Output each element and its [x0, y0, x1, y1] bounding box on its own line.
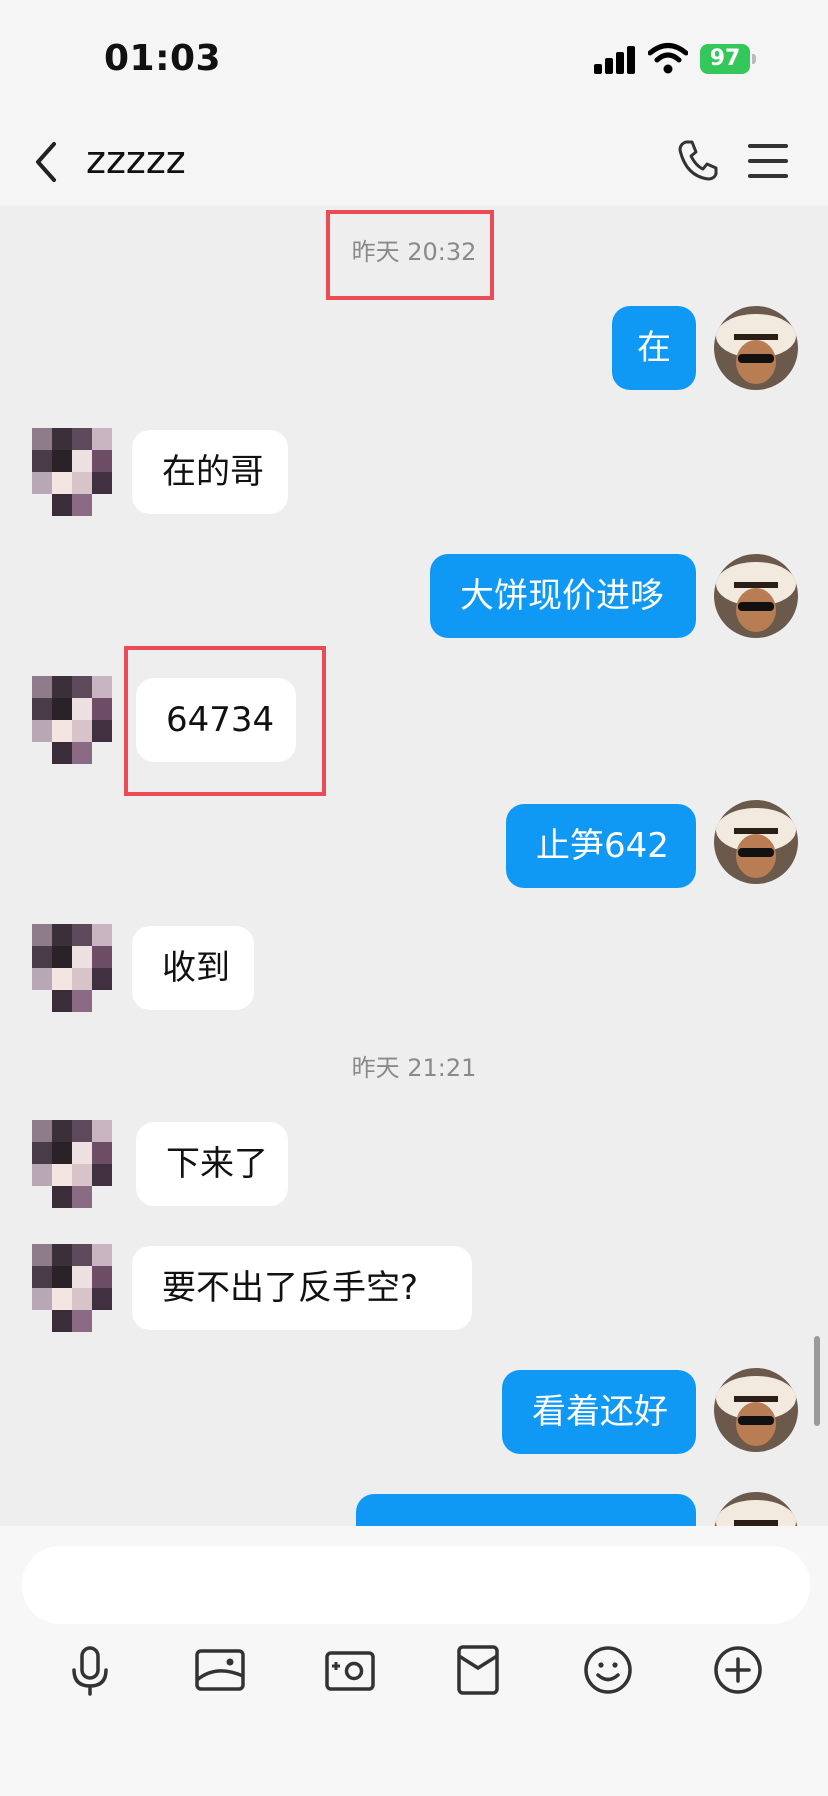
battery-level: 97: [700, 44, 750, 74]
status-time: 01:03: [104, 38, 222, 79]
my-avatar[interactable]: [714, 1492, 798, 1526]
outgoing-message-partial[interactable]: [356, 1494, 696, 1526]
incoming-message[interactable]: 在的哥: [132, 430, 288, 514]
contact-avatar[interactable]: [32, 924, 112, 1012]
message-input[interactable]: [22, 1546, 810, 1624]
plus-icon[interactable]: [710, 1642, 766, 1698]
chat-title: zzzzz: [86, 138, 186, 182]
scrollbar[interactable]: [814, 1336, 820, 1426]
incoming-message[interactable]: 下来了: [136, 1122, 288, 1206]
message-list[interactable]: 昨天 20:32 在 在的哥 大饼现价进哆 64734 止笋642 收到 昨天 …: [0, 206, 828, 1526]
composer: [0, 1526, 828, 1796]
wifi-icon: [648, 43, 688, 74]
incoming-message[interactable]: 要不出了反手空?: [132, 1246, 472, 1330]
contact-avatar[interactable]: [32, 1244, 112, 1332]
microphone-icon[interactable]: [62, 1642, 118, 1698]
highlight-box: [124, 646, 326, 796]
outgoing-message[interactable]: 大饼现价进哆: [430, 554, 696, 638]
outgoing-message[interactable]: 在: [612, 306, 696, 390]
incoming-message[interactable]: 收到: [132, 926, 254, 1010]
outgoing-message[interactable]: 止笋642: [506, 804, 696, 888]
emoji-icon[interactable]: [580, 1642, 636, 1698]
my-avatar[interactable]: [714, 306, 798, 390]
status-bar: 01:03 97: [0, 0, 828, 120]
my-avatar[interactable]: [714, 554, 798, 638]
camera-icon[interactable]: [322, 1642, 378, 1698]
outgoing-message[interactable]: 看着还好: [502, 1370, 696, 1454]
chat-header: zzzzz: [0, 120, 828, 206]
my-avatar[interactable]: [714, 800, 798, 884]
my-avatar[interactable]: [714, 1368, 798, 1452]
message-timestamp: 昨天 21:21: [351, 1054, 477, 1082]
image-icon[interactable]: [192, 1642, 248, 1698]
cellular-signal-icon: [594, 46, 638, 74]
contact-avatar[interactable]: [32, 1120, 112, 1208]
red-packet-icon[interactable]: [450, 1642, 506, 1698]
highlight-box: [326, 210, 494, 300]
menu-icon[interactable]: [748, 142, 790, 180]
phone-icon[interactable]: [676, 138, 720, 182]
back-icon[interactable]: [30, 140, 64, 184]
contact-avatar[interactable]: [32, 676, 112, 764]
contact-avatar[interactable]: [32, 428, 112, 516]
battery-icon: 97: [700, 44, 756, 74]
